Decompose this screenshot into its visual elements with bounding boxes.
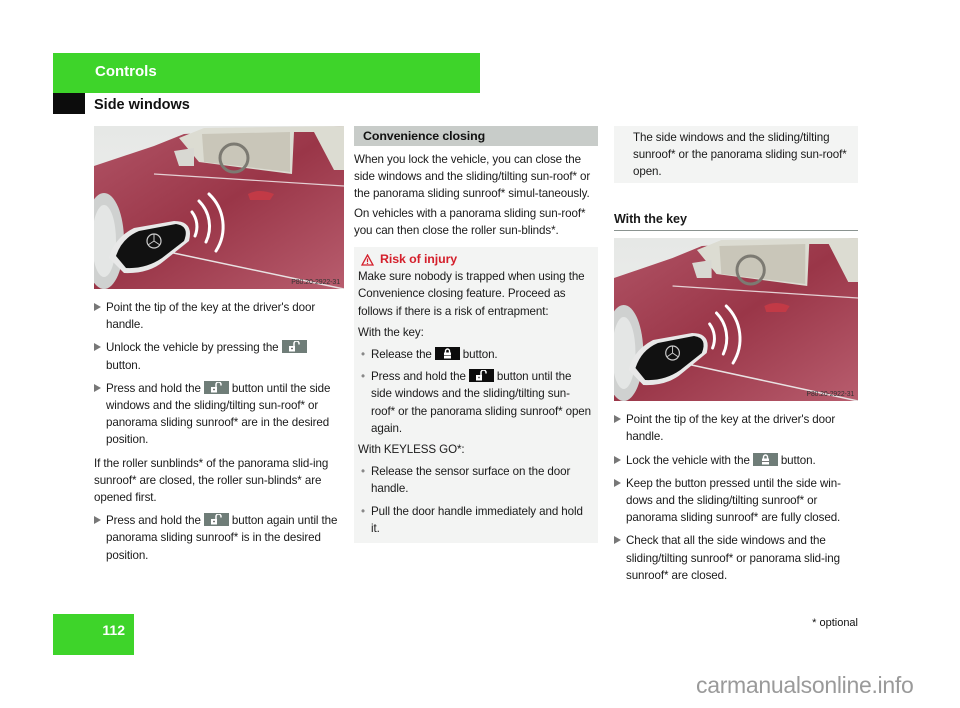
footnote: * optional xyxy=(812,617,858,629)
paragraph: On vehicles with a panorama sliding sun-… xyxy=(354,206,586,237)
step-arrow-icon xyxy=(94,303,101,311)
step-arrow-icon xyxy=(614,415,621,424)
section-title: Controls xyxy=(95,63,157,80)
image-caption-code: P80.20-2922-31 xyxy=(807,391,855,398)
unlock-icon xyxy=(203,513,229,527)
step-arrow-icon xyxy=(614,536,621,545)
car-key-illustration: P80.20-2922-31 xyxy=(614,238,858,402)
warning-box: Risk of injury Make sure nobody is trapp… xyxy=(354,247,598,544)
image-caption-code: P80.20-2922-31 xyxy=(291,279,340,286)
warning-text: Make sure nobody is trapped when using t… xyxy=(358,270,585,318)
lock-icon xyxy=(434,347,460,361)
instruction-step: Check that all the side windows and the … xyxy=(614,532,858,584)
warning-list-item: • Press and hold the button until the si… xyxy=(361,369,591,435)
lock-icon xyxy=(752,452,778,466)
instruction-step: Press and hold the button until the side… xyxy=(94,380,344,449)
watermark: carmanualsonline.info xyxy=(696,672,914,698)
warning-list-item: • Pull the door handle immediately and h… xyxy=(361,504,583,535)
section-heading: Convenience closing xyxy=(354,126,598,146)
warning-list-item: • Release the button. xyxy=(361,347,498,362)
instruction-step: Unlock the vehicle by pressing the butto… xyxy=(94,339,344,373)
warning-subheading: With KEYLESS GO*: xyxy=(358,443,465,457)
paragraph: When you lock the vehicle, you can close… xyxy=(354,153,591,201)
instruction-step: Lock the vehicle with the button. xyxy=(614,452,858,469)
unlock-icon xyxy=(281,340,307,354)
unlock-icon xyxy=(203,380,229,394)
page-number: 112 xyxy=(102,622,125,638)
instruction-step: Point the tip of the key at the driver's… xyxy=(614,411,858,445)
instruction-step: Point the tip of the key at the driver's… xyxy=(94,299,344,333)
unlock-icon xyxy=(468,369,494,383)
car-key-illustration: P80.20-2922-31 xyxy=(94,126,344,289)
warning-triangle-icon xyxy=(361,253,374,266)
note-box: The side windows and the sliding/tilting… xyxy=(614,126,858,183)
step-arrow-icon xyxy=(614,455,621,464)
warning-title: Risk of injury xyxy=(358,251,592,268)
paragraph: If the roller sunblinds* of the panorama… xyxy=(94,456,329,505)
middle-column: Convenience closing When you lock the ve… xyxy=(354,126,598,544)
step-arrow-icon xyxy=(94,383,101,392)
warning-subheading: With the key: xyxy=(358,325,424,339)
step-arrow-icon xyxy=(94,516,101,525)
car-illustration-graphic: P80.20-2922-31 xyxy=(94,126,344,289)
instruction-step: Press and hold the button again until th… xyxy=(94,512,344,564)
page-title: Side windows xyxy=(94,97,190,113)
step-arrow-icon xyxy=(94,343,101,352)
subsection-heading: With the key xyxy=(614,211,858,232)
step-arrow-icon xyxy=(614,478,621,487)
header-marker xyxy=(53,93,85,114)
instruction-step: Keep the button pressed until the side w… xyxy=(614,475,858,527)
left-column: P80.20-2922-31 Point the tip of the key … xyxy=(94,126,344,564)
car-illustration-graphic: P80.20-2922-31 xyxy=(614,238,858,402)
warning-list-item: • Release the sensor surface on the door… xyxy=(361,465,571,496)
right-column: The side windows and the sliding/tilting… xyxy=(614,126,858,584)
